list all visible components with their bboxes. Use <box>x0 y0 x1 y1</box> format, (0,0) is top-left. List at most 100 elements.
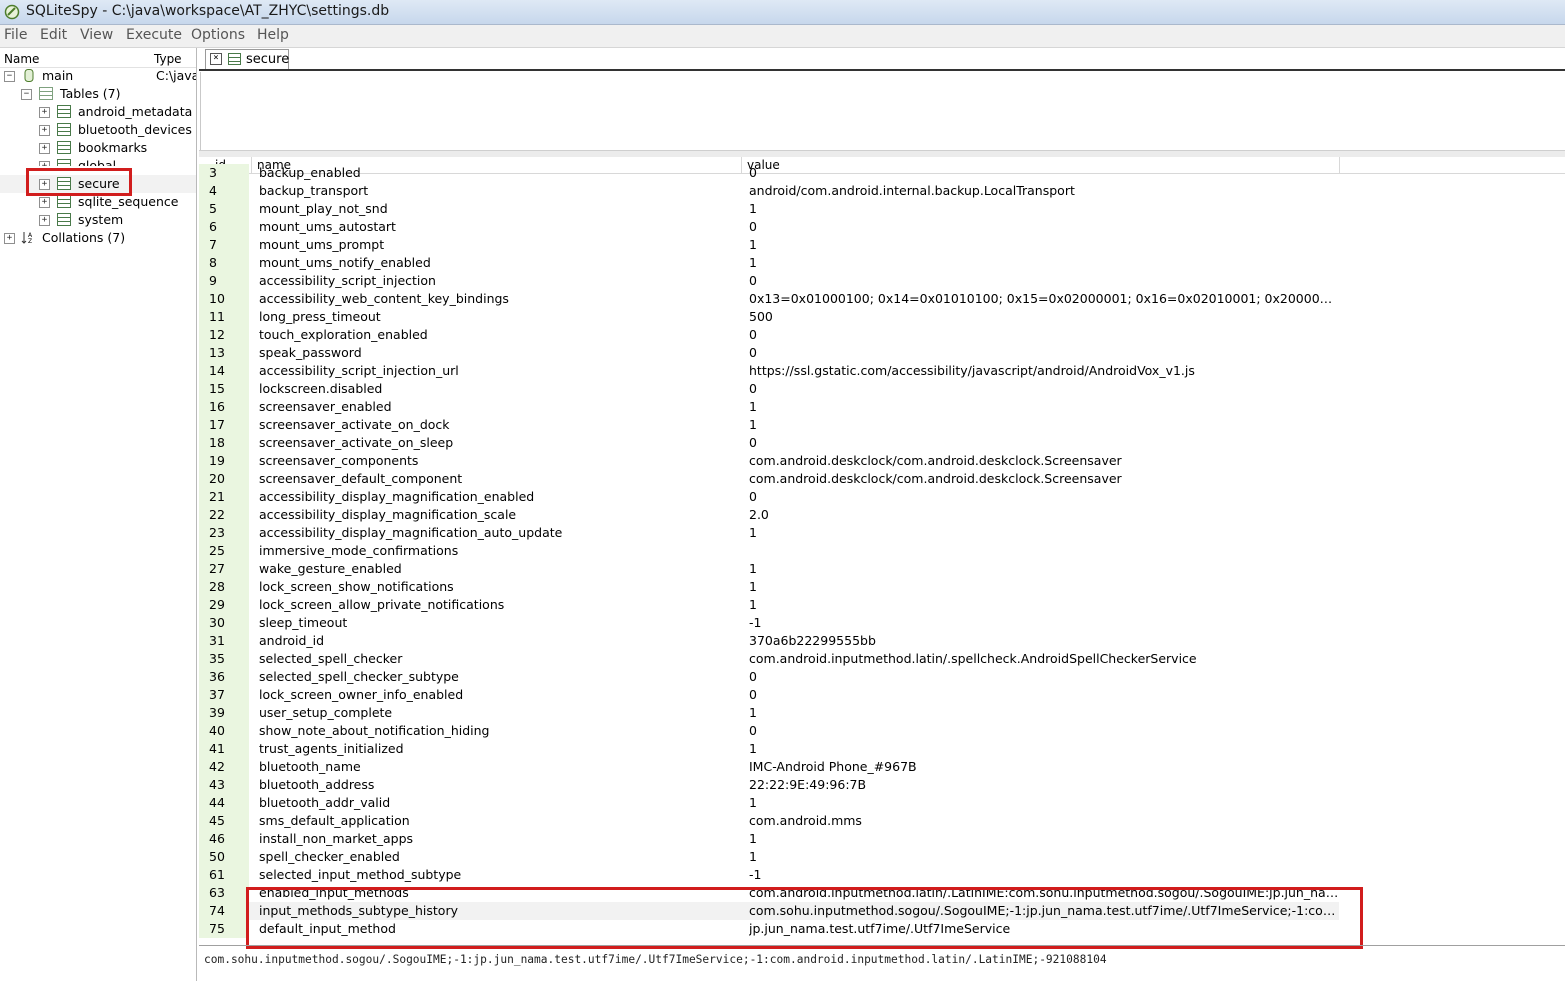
cell-value[interactable]: 500 <box>749 308 1339 326</box>
cell-name[interactable]: selected_input_method_subtype <box>259 866 461 884</box>
cell-id[interactable]: 44 <box>199 794 249 812</box>
table-row[interactable]: 7 mount_ums_prompt 1 <box>199 236 1339 254</box>
tree-table-bluetooth-devices[interactable]: + bluetooth_devices <box>0 121 196 139</box>
expand-icon[interactable]: + <box>39 197 50 208</box>
cell-name[interactable]: mount_ums_notify_enabled <box>259 254 431 272</box>
cell-id[interactable]: 21 <box>199 488 249 506</box>
cell-value[interactable]: 0 <box>749 488 1339 506</box>
menu-edit[interactable]: Edit <box>40 27 67 43</box>
cell-id[interactable]: 39 <box>199 704 249 722</box>
cell-id[interactable]: 19 <box>199 452 249 470</box>
tree-table-android-metadata[interactable]: + android_metadata <box>0 103 196 121</box>
cell-name[interactable]: touch_exploration_enabled <box>259 326 428 344</box>
cell-value[interactable]: 0 <box>749 344 1339 362</box>
close-icon[interactable]: × <box>210 53 222 65</box>
cell-value[interactable]: 1 <box>749 200 1339 218</box>
cell-name[interactable]: speak_password <box>259 344 362 362</box>
cell-id[interactable]: 23 <box>199 524 249 542</box>
cell-id[interactable]: 40 <box>199 722 249 740</box>
cell-value[interactable]: https://ssl.gstatic.com/accessibility/ja… <box>749 362 1339 380</box>
cell-id[interactable]: 36 <box>199 668 249 686</box>
table-row[interactable]: 19 screensaver_components com.android.desk… <box>199 452 1339 470</box>
cell-id[interactable]: 30 <box>199 614 249 632</box>
cell-name[interactable]: show_note_about_notification_hiding <box>259 722 490 740</box>
table-row[interactable]: 61 selected_input_method_subtype -1 <box>199 866 1339 884</box>
cell-id[interactable]: 17 <box>199 416 249 434</box>
table-row[interactable]: 18 screensaver_activate_on_sleep 0 <box>199 434 1339 452</box>
cell-name[interactable]: mount_play_not_snd <box>259 200 388 218</box>
menu-file[interactable]: File <box>4 27 27 43</box>
cell-value[interactable]: 0x13=0x01000100; 0x14=0x01010100; 0x15=0… <box>749 290 1339 308</box>
cell-id[interactable]: 74 <box>199 902 249 920</box>
tree-node-collations[interactable]: + AZ Collations (7) <box>0 229 196 247</box>
cell-value[interactable]: 1 <box>749 578 1339 596</box>
column-separator[interactable] <box>1339 157 1340 173</box>
cell-id[interactable]: 28 <box>199 578 249 596</box>
cell-name[interactable]: screensaver_activate_on_dock <box>259 416 450 434</box>
cell-value[interactable]: 1 <box>749 236 1339 254</box>
table-row[interactable]: 4 backup_transport android/com.android.int… <box>199 182 1339 200</box>
table-row[interactable]: 45 sms_default_application com.android.mms <box>199 812 1339 830</box>
tree-header-type[interactable]: Type <box>154 52 182 66</box>
expand-icon[interactable]: + <box>39 215 50 226</box>
cell-name[interactable]: accessibility_display_magnification_auto… <box>259 524 562 542</box>
table-row[interactable]: 29 lock_screen_allow_private_notification… <box>199 596 1339 614</box>
expand-icon[interactable]: + <box>39 143 50 154</box>
tree-table-system[interactable]: + system <box>0 211 196 229</box>
table-row[interactable]: 31 android_id 370a6b22299555bb <box>199 632 1339 650</box>
cell-value[interactable]: 0 <box>749 218 1339 236</box>
cell-id[interactable]: 37 <box>199 686 249 704</box>
expand-icon[interactable]: + <box>4 233 15 244</box>
cell-name[interactable]: spell_checker_enabled <box>259 848 400 866</box>
menu-execute[interactable]: Execute <box>126 27 182 43</box>
table-row[interactable]: 12 touch_exploration_enabled 0 <box>199 326 1339 344</box>
cell-id[interactable]: 12 <box>199 326 249 344</box>
cell-id[interactable]: 50 <box>199 848 249 866</box>
table-row[interactable]: 35 selected_spell_checker com.android.inpu… <box>199 650 1339 668</box>
cell-value[interactable]: -1 <box>749 614 1339 632</box>
expand-icon[interactable]: + <box>39 161 50 166</box>
cell-id[interactable]: 4 <box>199 182 249 200</box>
cell-name[interactable]: screensaver_components <box>259 452 418 470</box>
tree-node-main[interactable]: − main C:\java <box>0 67 196 85</box>
table-row[interactable]: 13 speak_password 0 <box>199 344 1339 362</box>
cell-value[interactable]: com.android.deskclock/com.android.deskcl… <box>749 452 1339 470</box>
sql-editor[interactable] <box>200 72 1565 151</box>
table-row[interactable]: 3 backup_enabled 0 <box>199 164 1339 182</box>
cell-name[interactable]: bluetooth_address <box>259 776 374 794</box>
cell-value[interactable]: 1 <box>749 830 1339 848</box>
cell-name[interactable]: accessibility_web_content_key_bindings <box>259 290 509 308</box>
cell-value[interactable]: 0 <box>749 164 1339 182</box>
cell-name[interactable]: trust_agents_initialized <box>259 740 404 758</box>
menu-view[interactable]: View <box>80 27 113 43</box>
cell-id[interactable]: 42 <box>199 758 249 776</box>
cell-id[interactable]: 46 <box>199 830 249 848</box>
cell-name[interactable]: immersive_mode_confirmations <box>259 542 458 560</box>
table-row[interactable]: 15 lockscreen.disabled 0 <box>199 380 1339 398</box>
table-row[interactable]: 20 screensaver_default_component com.andro… <box>199 470 1339 488</box>
cell-id[interactable]: 31 <box>199 632 249 650</box>
table-row[interactable]: 50 spell_checker_enabled 1 <box>199 848 1339 866</box>
cell-value[interactable]: 0 <box>749 434 1339 452</box>
cell-id[interactable]: 16 <box>199 398 249 416</box>
cell-name[interactable]: wake_gesture_enabled <box>259 560 402 578</box>
cell-value[interactable]: 2.0 <box>749 506 1339 524</box>
cell-value[interactable]: 0 <box>749 380 1339 398</box>
cell-name[interactable]: accessibility_display_magnification_scal… <box>259 506 516 524</box>
collapse-icon[interactable]: − <box>21 89 32 100</box>
cell-name[interactable]: lock_screen_owner_info_enabled <box>259 686 463 704</box>
table-row[interactable]: 22 accessibility_display_magnification_sc… <box>199 506 1339 524</box>
table-row[interactable]: 6 mount_ums_autostart 0 <box>199 218 1339 236</box>
table-row[interactable]: 36 selected_spell_checker_subtype 0 <box>199 668 1339 686</box>
cell-id[interactable]: 18 <box>199 434 249 452</box>
cell-name[interactable]: android_id <box>259 632 324 650</box>
cell-name[interactable]: lockscreen.disabled <box>259 380 382 398</box>
cell-id[interactable]: 7 <box>199 236 249 254</box>
cell-value[interactable]: 0 <box>749 668 1339 686</box>
cell-value[interactable]: 1 <box>749 524 1339 542</box>
table-row[interactable]: 44 bluetooth_addr_valid 1 <box>199 794 1339 812</box>
cell-name[interactable]: backup_transport <box>259 182 368 200</box>
cell-id[interactable]: 45 <box>199 812 249 830</box>
cell-value[interactable]: 1 <box>749 740 1339 758</box>
cell-value[interactable]: 0 <box>749 722 1339 740</box>
